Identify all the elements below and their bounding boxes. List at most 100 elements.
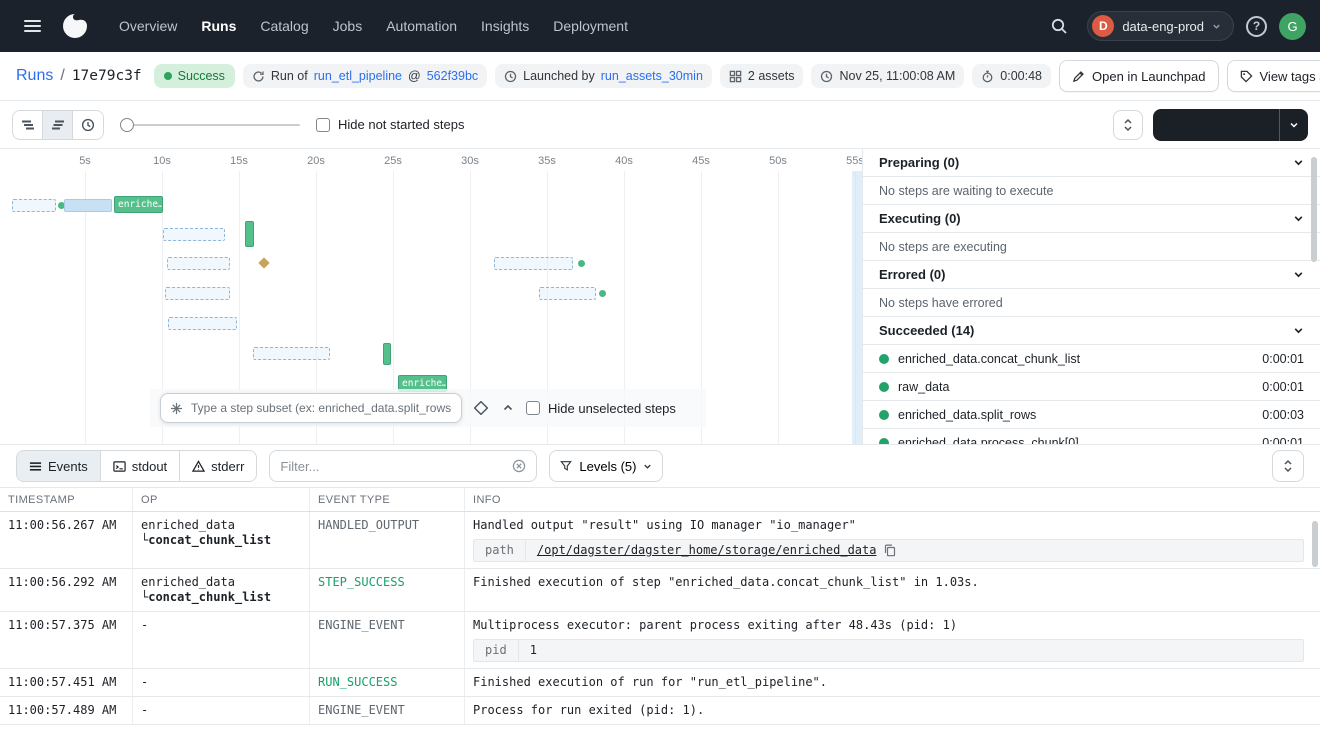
open-in-launchpad-label: Open in Launchpad — [1092, 69, 1205, 84]
view-flat-icon[interactable] — [13, 111, 43, 139]
section-preparing-title: Preparing (0) — [879, 155, 959, 170]
gantt-step-bar-dashed[interactable] — [494, 257, 573, 270]
nav-catalog[interactable]: Catalog — [249, 11, 319, 41]
gantt-axis-label: 25s — [384, 155, 402, 167]
succeeded-step-row[interactable]: enriched_data.split_rows 0:00:03 — [863, 401, 1320, 429]
succeeded-step-row[interactable]: enriched_data.concat_chunk_list 0:00:01 — [863, 345, 1320, 373]
gantt-step-bar-green[interactable] — [245, 221, 254, 247]
event-row[interactable]: 11:00:57.451 AM - RUN_SUCCESS Finished e… — [0, 669, 1320, 697]
gantt-marker-diamond — [258, 257, 269, 268]
event-info: Multiprocess executor: parent process ex… — [465, 612, 1320, 668]
gantt-axis-label: 10s — [153, 155, 171, 167]
log-filter-box — [269, 450, 537, 482]
chevron-down-icon — [1293, 157, 1304, 168]
zoom-slider-knob[interactable] — [120, 118, 134, 132]
chevron-down-icon — [1293, 325, 1304, 336]
nav-runs[interactable]: Runs — [190, 11, 247, 41]
tab-events[interactable]: Events — [17, 451, 101, 481]
nav-jobs[interactable]: Jobs — [322, 11, 374, 41]
metadata-path-link[interactable]: /opt/dagster/dagster_home/storage/enrich… — [537, 543, 877, 558]
hide-unselected-checkbox[interactable]: Hide unselected steps — [526, 401, 676, 416]
event-timestamp: 11:00:57.451 AM — [0, 669, 133, 696]
event-row[interactable]: 11:00:57.489 AM - ENGINE_EVENT Process f… — [0, 697, 1320, 725]
event-row[interactable]: 11:00:56.267 AM enriched_data└concat_chu… — [0, 512, 1320, 569]
section-executing[interactable]: Executing (0) — [863, 205, 1320, 233]
hide-not-started-checkbox[interactable]: Hide not started steps — [316, 117, 464, 132]
breadcrumb-runs-link[interactable]: Runs — [16, 67, 53, 85]
tab-stderr[interactable]: stderr — [180, 451, 256, 481]
gantt-marker-dot — [578, 260, 585, 267]
gantt-marker-dot — [599, 290, 606, 297]
chevron-up-icon[interactable] — [500, 400, 516, 416]
nav-deployment[interactable]: Deployment — [542, 11, 639, 41]
step-subset-input[interactable] — [191, 401, 452, 415]
menu-icon[interactable] — [14, 8, 50, 44]
log-filter-input[interactable] — [280, 459, 504, 474]
metadata-key: pid — [474, 640, 519, 661]
run-of-prefix: Run of — [271, 69, 308, 83]
event-metadata: path /opt/dagster/dagster_home/storage/e… — [473, 539, 1304, 562]
job-link[interactable]: run_etl_pipeline — [314, 69, 402, 83]
col-info: INFO — [465, 488, 1320, 511]
clear-filter-icon[interactable] — [512, 459, 526, 473]
gantt-step-bar-dashed[interactable] — [165, 287, 230, 300]
schedule-link[interactable]: run_assets_30min — [601, 69, 703, 83]
gantt-step-bar-dashed[interactable] — [167, 257, 230, 270]
event-row[interactable]: 11:00:57.375 AM - ENGINE_EVENT Multiproc… — [0, 612, 1320, 669]
start-time: Nov 25, 11:00:08 AM — [839, 69, 955, 83]
commit-link[interactable]: 562f39bc — [427, 69, 478, 83]
nav-insights[interactable]: Insights — [470, 11, 540, 41]
tab-stdout[interactable]: stdout — [101, 451, 180, 481]
assets-tag[interactable]: 2 assets — [720, 64, 804, 88]
event-timestamp: 11:00:57.375 AM — [0, 612, 133, 668]
levels-filter-button[interactable]: Levels (5) — [549, 450, 663, 482]
start-time-tag: Nov 25, 11:00:08 AM — [811, 64, 964, 88]
succeeded-step-row[interactable]: raw_data 0:00:01 — [863, 373, 1320, 401]
succeeded-step-row[interactable]: enriched_data.process_chunk[0] 0:00:01 — [863, 429, 1320, 444]
gantt-step-bar-dashed[interactable] — [539, 287, 596, 300]
help-icon[interactable]: ? — [1246, 16, 1267, 37]
search-icon[interactable] — [1043, 10, 1075, 42]
panel-scrollbar[interactable] — [1311, 157, 1317, 262]
section-preparing[interactable]: Preparing (0) — [863, 149, 1320, 177]
pencil-icon — [1072, 70, 1085, 83]
col-event-type: EVENT TYPE — [310, 488, 465, 511]
workspace-switcher[interactable]: D data-eng-prod — [1087, 11, 1234, 41]
event-metadata: pid 1 — [473, 639, 1304, 662]
event-timestamp: 11:00:57.489 AM — [0, 697, 133, 724]
gantt-step-bar-dashed[interactable] — [168, 317, 237, 330]
log-panel-resize-button[interactable] — [1272, 450, 1304, 482]
view-waterfall-icon[interactable] — [43, 111, 73, 139]
event-type: STEP_SUCCESS — [310, 569, 465, 611]
section-succeeded[interactable]: Succeeded (14) — [863, 317, 1320, 345]
nav-right: D data-eng-prod ? G — [1043, 10, 1306, 42]
gantt-step-bar-dashed[interactable] — [163, 228, 225, 241]
event-op: - — [133, 697, 310, 724]
nav-automation[interactable]: Automation — [375, 11, 468, 41]
view-timed-icon[interactable] — [73, 111, 103, 139]
stopwatch-icon — [981, 70, 994, 83]
panel-resize-button[interactable] — [1113, 110, 1143, 140]
log-scrollbar[interactable] — [1312, 521, 1318, 567]
funnel-icon — [560, 460, 572, 472]
event-info: Finished execution of step "enriched_dat… — [465, 569, 1320, 611]
section-errored[interactable]: Errored (0) — [863, 261, 1320, 289]
view-tags-config-button[interactable]: View tags and config — [1227, 60, 1320, 92]
gantt-step-bar-green[interactable] — [383, 343, 391, 365]
metadata-key: path — [474, 540, 526, 561]
gantt-step-bar-solid[interactable] — [64, 199, 112, 212]
gantt-step-bar-dashed[interactable] — [253, 347, 330, 360]
gantt-step-bar-green[interactable]: enriche… — [114, 196, 163, 213]
user-avatar[interactable]: G — [1279, 13, 1306, 40]
event-row[interactable]: 11:00:56.292 AM enriched_data└concat_chu… — [0, 569, 1320, 612]
gantt-step-bar-dashed[interactable] — [12, 199, 56, 212]
gantt-chart: Hide unselected steps 5s10s15s20s25s30s3… — [0, 149, 862, 444]
graph-selector-icon[interactable] — [472, 399, 490, 417]
copy-icon[interactable] — [884, 544, 896, 557]
reexecute-all-button[interactable]: Re-execute all (*) — [1153, 109, 1308, 141]
open-in-launchpad-button[interactable]: Open in Launchpad — [1059, 60, 1218, 92]
checkbox-icon — [316, 118, 330, 132]
reexecute-caret[interactable] — [1279, 109, 1308, 141]
gantt-axis-label: 5s — [79, 155, 91, 167]
nav-overview[interactable]: Overview — [108, 11, 188, 41]
